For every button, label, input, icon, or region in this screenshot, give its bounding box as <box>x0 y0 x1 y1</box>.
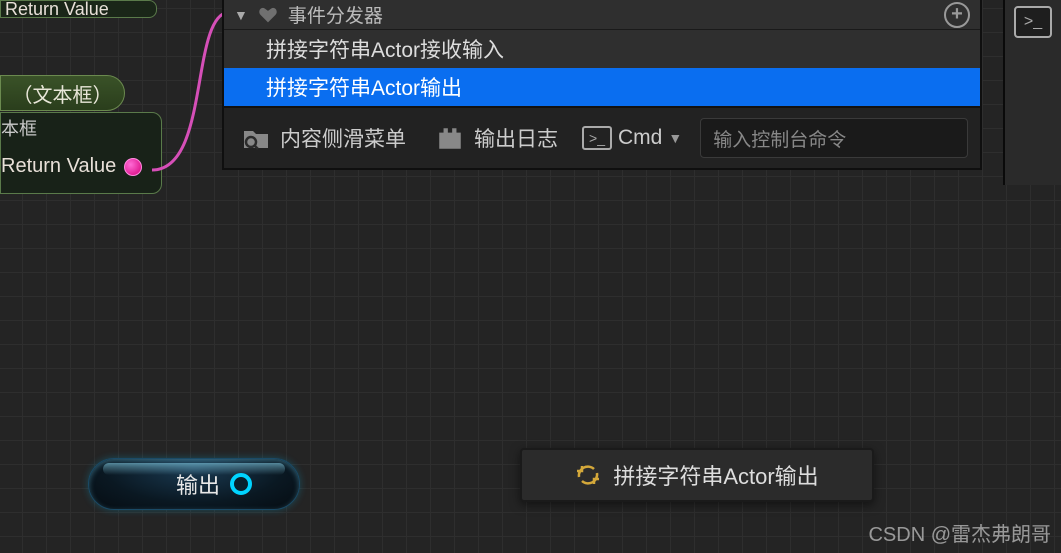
node-textbox-pill: （文本框） <box>0 75 125 111</box>
return-value-text: Return Value <box>1 155 116 178</box>
chevron-down-icon[interactable]: ▼ <box>234 7 248 23</box>
content-drawer-label: 内容侧滑菜单 <box>280 123 406 153</box>
cmd-dropdown[interactable]: >_ Cmd ▼ <box>582 126 682 150</box>
output-ring-icon <box>230 473 252 495</box>
castle-icon <box>436 125 464 151</box>
console-input[interactable]: 输入控制台命令 <box>700 118 968 158</box>
dispatcher-item-output[interactable]: 拼接字符串Actor输出 <box>224 68 980 106</box>
console-placeholder: 输入控制台命令 <box>713 125 846 152</box>
return-value-label: Return Value <box>5 0 109 20</box>
right-panel-fragment: >_ <box>1003 0 1061 185</box>
cmd-label: Cmd <box>618 126 662 150</box>
output-pin[interactable] <box>124 158 142 176</box>
heart-icon <box>258 6 278 24</box>
dispatcher-item-label: 拼接字符串Actor接收输入 <box>266 34 504 64</box>
bottom-toolbar: 内容侧滑菜单 输出日志 >_ Cmd ▼ 输入控制台命令 <box>224 106 980 168</box>
terminal-icon: >_ <box>582 126 612 150</box>
return-value-row: Return Value <box>1 155 142 178</box>
output-log-button[interactable]: 输出日志 <box>430 117 564 159</box>
drag-tooltip-node[interactable]: 拼接字符串Actor输出 <box>520 448 874 502</box>
dispatcher-item-label: 拼接字符串Actor输出 <box>266 72 462 102</box>
output-pill-button[interactable]: 输出 <box>88 458 300 510</box>
folder-search-icon <box>242 125 270 151</box>
chevron-down-icon: ▼ <box>668 130 682 146</box>
terminal-icon[interactable]: >_ <box>1014 6 1052 38</box>
event-dispatcher-panel: ▼ 事件分发器 + 拼接字符串Actor接收输入 拼接字符串Actor输出 内容… <box>222 0 982 170</box>
dispatcher-title: 事件分发器 <box>288 1 934 28</box>
output-pill-label: 输出 <box>176 468 220 500</box>
node-fragment-green: Return Value （文本框） 本框 Return Value <box>0 0 165 200</box>
watermark: CSDN @雷杰弗朗哥 <box>868 518 1051 547</box>
dispatcher-header[interactable]: ▼ 事件分发器 + <box>224 0 980 30</box>
node-body: 本框 Return Value <box>0 112 162 194</box>
dispatcher-item-receive-input[interactable]: 拼接字符串Actor接收输入 <box>224 30 980 68</box>
tooltip-label: 拼接字符串Actor输出 <box>613 459 818 491</box>
output-log-label: 输出日志 <box>474 123 558 153</box>
content-drawer-button[interactable]: 内容侧滑菜单 <box>236 117 412 159</box>
refresh-arrows-icon <box>575 462 601 488</box>
textbox-label: （文本框） <box>13 79 113 108</box>
add-dispatcher-button[interactable]: + <box>944 2 970 28</box>
node-return-top: Return Value <box>0 0 157 18</box>
node-trunc-label: 本框 <box>1 115 37 141</box>
